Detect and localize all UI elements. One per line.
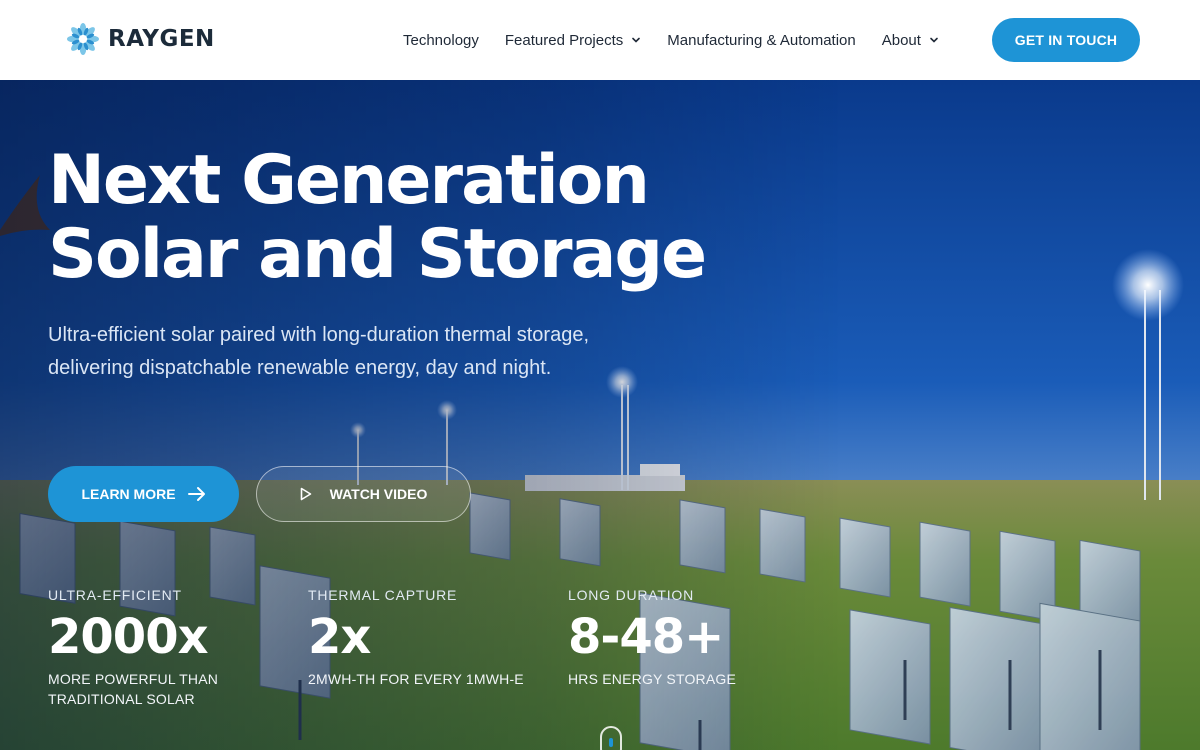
stat-value: 8-48+ (568, 609, 724, 665)
stat-label: ULTRA-EFFICIENT (48, 587, 182, 603)
hero-section: Next Generation Solar and Storage Ultra-… (0, 80, 1200, 750)
stat-description-line: MORE POWERFUL THAN (48, 671, 219, 687)
arrow-right-icon (187, 487, 205, 501)
hero-title-line-2: Solar and Storage (48, 215, 707, 294)
nav-item-about[interactable]: About (882, 32, 939, 49)
main-nav: Technology Featured Projects Manufacturi… (403, 0, 965, 80)
brand-name: RAYGEN (108, 26, 215, 52)
nav-item-label: Technology (403, 31, 479, 49)
stat-description-line: TRADITIONAL SOLAR (48, 691, 195, 707)
chevron-down-icon (632, 37, 641, 43)
learn-more-label: LEARN MORE (81, 486, 176, 502)
stat-value: 2000x (48, 609, 209, 665)
site-header: RAYGEN Technology Featured Projects Manu… (0, 0, 1200, 80)
stat-label: LONG DURATION (568, 587, 695, 603)
nav-item-manufacturing-automation[interactable]: Manufacturing & Automation (667, 32, 855, 49)
nav-item-technology[interactable]: Technology (403, 32, 479, 49)
play-icon (300, 487, 311, 501)
stat-long-duration: LONG DURATION 8-48+ HRS ENERGY STORAGE (568, 587, 736, 689)
hero-subtitle: Ultra-efficient solar paired with long-d… (48, 324, 590, 379)
nav-item-featured-projects[interactable]: Featured Projects (505, 32, 641, 49)
stat-thermal-capture: THERMAL CAPTURE 2x 2MWH-TH FOR EVERY 1MW… (308, 587, 524, 689)
stat-ultra-efficient: ULTRA-EFFICIENT 2000x MORE POWERFUL THAN… (48, 587, 218, 709)
stat-description: 2MWH-TH FOR EVERY 1MWH-E (308, 669, 524, 689)
chevron-down-icon (930, 37, 938, 43)
nav-item-label: Featured Projects (504, 31, 624, 49)
stat-description: HRS ENERGY STORAGE (568, 669, 736, 689)
hero-title-line-1: Next Generation (48, 141, 650, 220)
hero-title: Next Generation Solar and Storage (48, 141, 707, 294)
nav-item-label: Manufacturing & Automation (667, 31, 856, 49)
watch-video-button[interactable]: WATCH VIDEO (256, 466, 471, 522)
raygen-logo[interactable]: RAYGEN (66, 22, 215, 56)
stat-label: THERMAL CAPTURE (308, 587, 458, 603)
stat-description: MORE POWERFUL THAN TRADITIONAL SOLAR (48, 669, 218, 709)
scroll-down-indicator[interactable] (600, 726, 622, 750)
learn-more-button[interactable]: LEARN MORE (48, 466, 239, 522)
watch-video-label: WATCH VIDEO (329, 486, 428, 502)
stat-description-line: HRS ENERGY STORAGE (568, 671, 737, 687)
sun-logo-icon (67, 23, 99, 55)
stat-value: 2x (308, 609, 371, 665)
get-in-touch-button[interactable]: GET IN TOUCH (992, 18, 1140, 62)
stat-description-line: 2MWH-TH FOR EVERY 1MWH-E (308, 671, 524, 687)
nav-item-label: About (881, 31, 921, 49)
